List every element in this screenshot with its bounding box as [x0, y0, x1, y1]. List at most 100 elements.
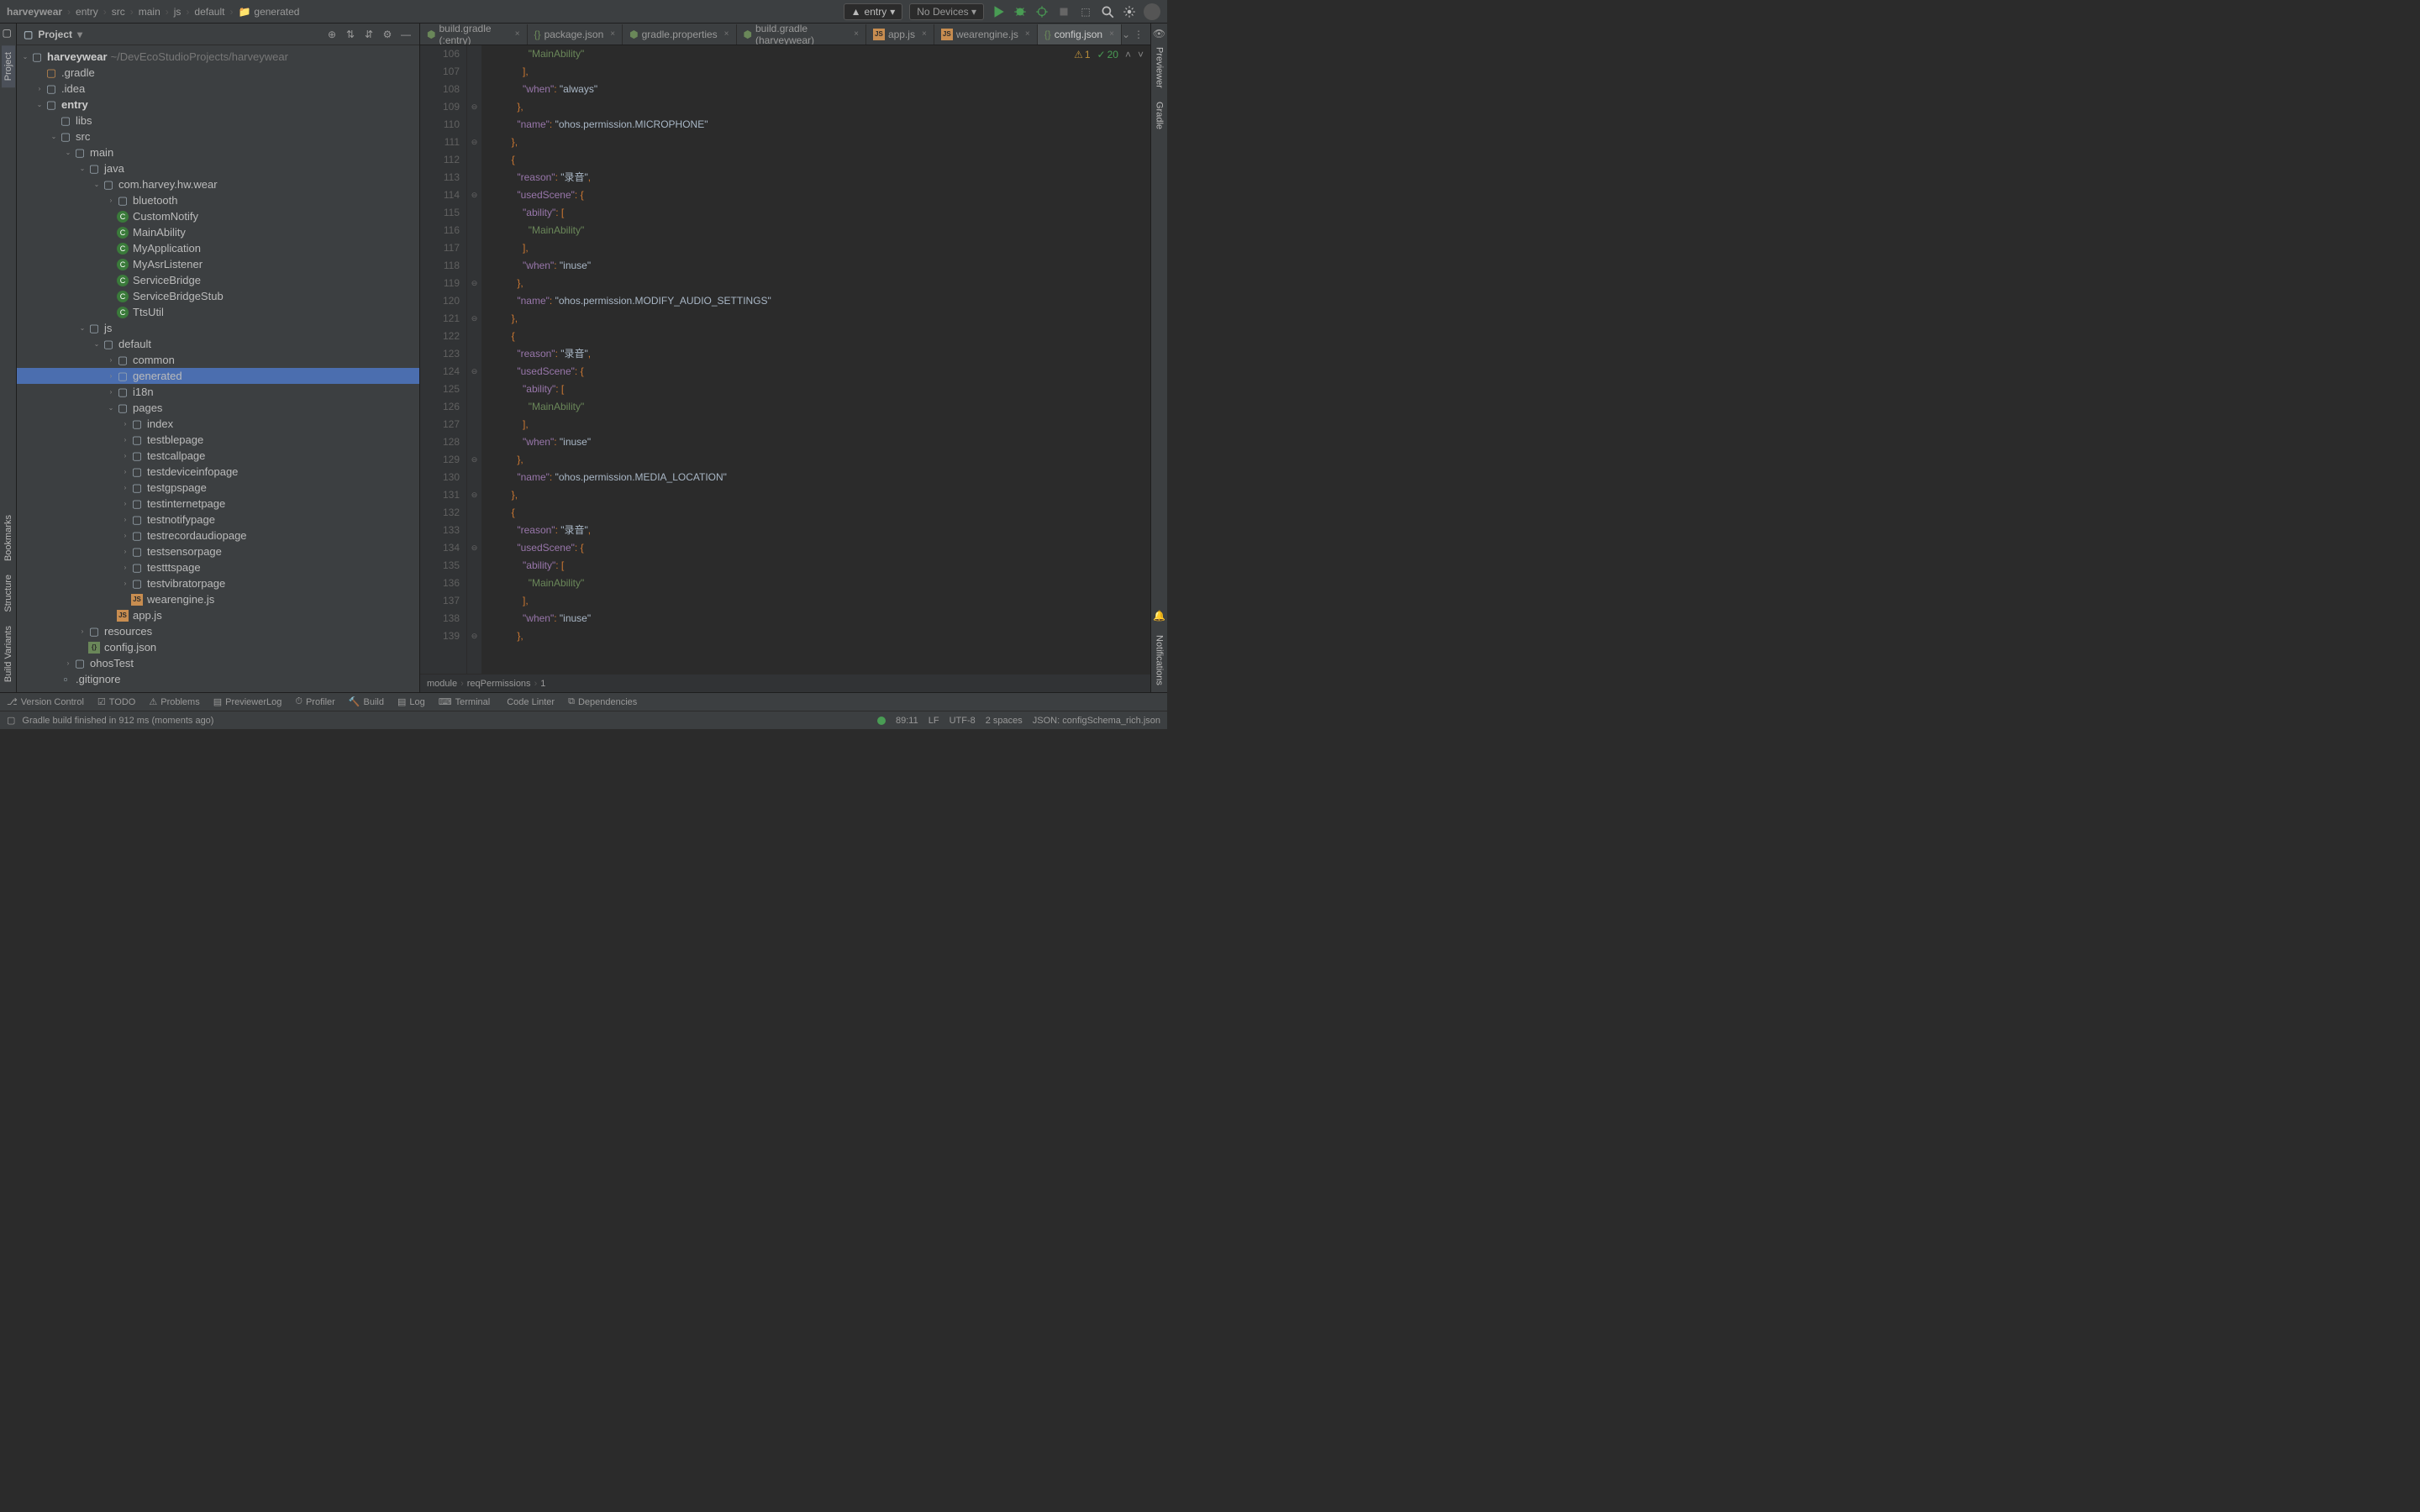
bottom-tab-todo[interactable]: ☑TODO	[97, 696, 135, 707]
tree-item[interactable]: ›▢i18n	[17, 384, 419, 400]
json-schema[interactable]: JSON: configSchema_rich.json	[1033, 716, 1160, 726]
tree-root-label[interactable]: harveywear	[47, 50, 108, 63]
fold-marker[interactable]	[467, 328, 481, 345]
stop-button[interactable]	[1056, 4, 1071, 19]
tree-item[interactable]: ›▢index	[17, 416, 419, 432]
tree-arrow[interactable]: ›	[120, 420, 130, 428]
breadcrumb-item[interactable]: src	[112, 6, 125, 18]
tree-item[interactable]: CMainAbility	[17, 224, 419, 240]
breadcrumb-item[interactable]: harveywear	[7, 6, 62, 18]
fold-marker[interactable]	[467, 610, 481, 627]
tree-arrow[interactable]: ›	[106, 388, 116, 396]
tab-close-icon[interactable]: ×	[515, 29, 520, 39]
expand-all-icon[interactable]: ⇅	[344, 28, 357, 41]
fold-marker[interactable]	[467, 381, 481, 398]
settings-icon[interactable]	[1122, 4, 1137, 19]
tree-item[interactable]: ›▢testcallpage	[17, 448, 419, 464]
project-tree[interactable]: ⌄▢harveywear~/DevEcoStudioProjects/harve…	[17, 45, 419, 692]
tree-root[interactable]: ⌄▢harveywear~/DevEcoStudioProjects/harve…	[17, 49, 419, 65]
breadcrumb-item[interactable]: js	[174, 6, 182, 18]
fold-marker[interactable]	[467, 522, 481, 539]
fold-marker[interactable]	[467, 398, 481, 416]
fold-marker[interactable]	[467, 222, 481, 239]
tree-item[interactable]: CServiceBridgeStub	[17, 288, 419, 304]
more-icon[interactable]: ⋮	[1134, 29, 1144, 40]
breadcrumb-item[interactable]: main	[139, 6, 160, 18]
rail-tab-previewer[interactable]: Previewer	[1153, 40, 1166, 95]
tree-arrow[interactable]: ›	[106, 372, 116, 380]
tree-item[interactable]: ⌄▢com.harvey.hw.wear	[17, 176, 419, 192]
breadcrumb-item[interactable]: default	[194, 6, 224, 18]
bottom-tab-previewerlog[interactable]: ▤PreviewerLog	[213, 696, 282, 707]
tree-item[interactable]: ⌄▢src	[17, 129, 419, 144]
tree-item[interactable]: ›▢ohosTest	[17, 655, 419, 671]
fold-marker[interactable]	[467, 116, 481, 134]
rail-tab-structure[interactable]: Structure	[2, 568, 15, 619]
prev-highlight-icon[interactable]: ˄	[1125, 49, 1131, 60]
tree-item[interactable]: CServiceBridge	[17, 272, 419, 288]
tree-item[interactable]: ▢libs	[17, 113, 419, 129]
tree-item[interactable]: ›▢testinternetpage	[17, 496, 419, 512]
chevron-down-icon[interactable]: ▾	[77, 29, 82, 40]
tree-item[interactable]: CMyApplication	[17, 240, 419, 256]
editor-tab[interactable]: JSwearengine.js×	[934, 24, 1038, 45]
user-avatar[interactable]	[1144, 3, 1160, 20]
editor-breadcrumb-item[interactable]: module	[427, 679, 457, 689]
warning-badge[interactable]: ⚠ 1	[1074, 49, 1090, 60]
tree-arrow[interactable]: ›	[77, 627, 87, 635]
fold-marker[interactable]	[467, 151, 481, 169]
fold-marker[interactable]: ⊖	[467, 134, 481, 151]
tree-item[interactable]: CCustomNotify	[17, 208, 419, 224]
editor-tab[interactable]: ⬢gradle.properties×	[623, 24, 736, 45]
fold-marker[interactable]: ⊖	[467, 451, 481, 469]
indent-setting[interactable]: 2 spaces	[986, 716, 1023, 726]
tree-item[interactable]: ›▢testdeviceinfopage	[17, 464, 419, 480]
notifications-icon[interactable]: 🔔	[1151, 603, 1167, 628]
run-config-selector[interactable]: ▲ entry ▾	[844, 3, 903, 20]
bottom-tab-build[interactable]: 🔨Build	[349, 696, 384, 707]
tree-arrow[interactable]: ›	[120, 564, 130, 571]
tab-close-icon[interactable]: ×	[922, 29, 927, 39]
tree-arrow[interactable]: ›	[120, 500, 130, 507]
fold-marker[interactable]	[467, 169, 481, 186]
fold-marker[interactable]: ⊖	[467, 486, 481, 504]
fold-marker[interactable]: ⊖	[467, 363, 481, 381]
chevron-down-icon[interactable]: ⌄	[1122, 29, 1130, 40]
tree-arrow[interactable]: ⌄	[92, 181, 102, 188]
tree-item[interactable]: ▢.gradle	[17, 65, 419, 81]
tree-arrow[interactable]: ⌄	[77, 165, 87, 172]
weak-warning-badge[interactable]: ✓ 20	[1097, 49, 1118, 60]
cursor-position[interactable]: 89:11	[896, 716, 918, 726]
collapse-all-icon[interactable]: ⇵	[362, 28, 376, 41]
search-icon[interactable]	[1100, 4, 1115, 19]
fold-marker[interactable]	[467, 239, 481, 257]
tree-item[interactable]: ›▢testttspage	[17, 559, 419, 575]
rail-tab-gradle[interactable]: Gradle	[1153, 95, 1166, 136]
tab-close-icon[interactable]: ×	[724, 29, 729, 39]
fold-marker[interactable]	[467, 504, 481, 522]
fold-marker[interactable]	[467, 81, 481, 98]
tree-arrow[interactable]: ⌄	[63, 149, 73, 156]
fold-marker[interactable]: ⊖	[467, 186, 481, 204]
tree-item[interactable]: ⌄▢js	[17, 320, 419, 336]
editor-tab[interactable]: JSapp.js×	[866, 24, 934, 45]
device-selector[interactable]: No Devices ▾	[909, 3, 984, 20]
tab-close-icon[interactable]: ×	[854, 29, 859, 39]
tree-item[interactable]: ▫.gitignore	[17, 671, 419, 687]
status-indicator-icon[interactable]	[877, 717, 886, 725]
rail-tab-bookmarks[interactable]: Bookmarks	[2, 508, 15, 568]
tree-arrow[interactable]: ⌄	[20, 53, 30, 60]
tree-arrow[interactable]: ›	[120, 580, 130, 587]
tab-close-icon[interactable]: ×	[1025, 29, 1030, 39]
rail-tab-build-variants[interactable]: Build Variants	[2, 619, 15, 689]
tree-arrow[interactable]: ›	[120, 484, 130, 491]
tree-item[interactable]: {}config.json	[17, 639, 419, 655]
bottom-tab-dependencies[interactable]: ⧉Dependencies	[568, 696, 637, 707]
fold-marker[interactable]: ⊖	[467, 539, 481, 557]
tree-arrow[interactable]: ›	[120, 436, 130, 444]
next-highlight-icon[interactable]: ˅	[1138, 49, 1144, 60]
tree-arrow[interactable]: ›	[34, 85, 45, 92]
status-icon[interactable]: ▢	[7, 715, 15, 726]
tree-item[interactable]: ›▢testgpspage	[17, 480, 419, 496]
tree-item[interactable]: JSapp.js	[17, 607, 419, 623]
